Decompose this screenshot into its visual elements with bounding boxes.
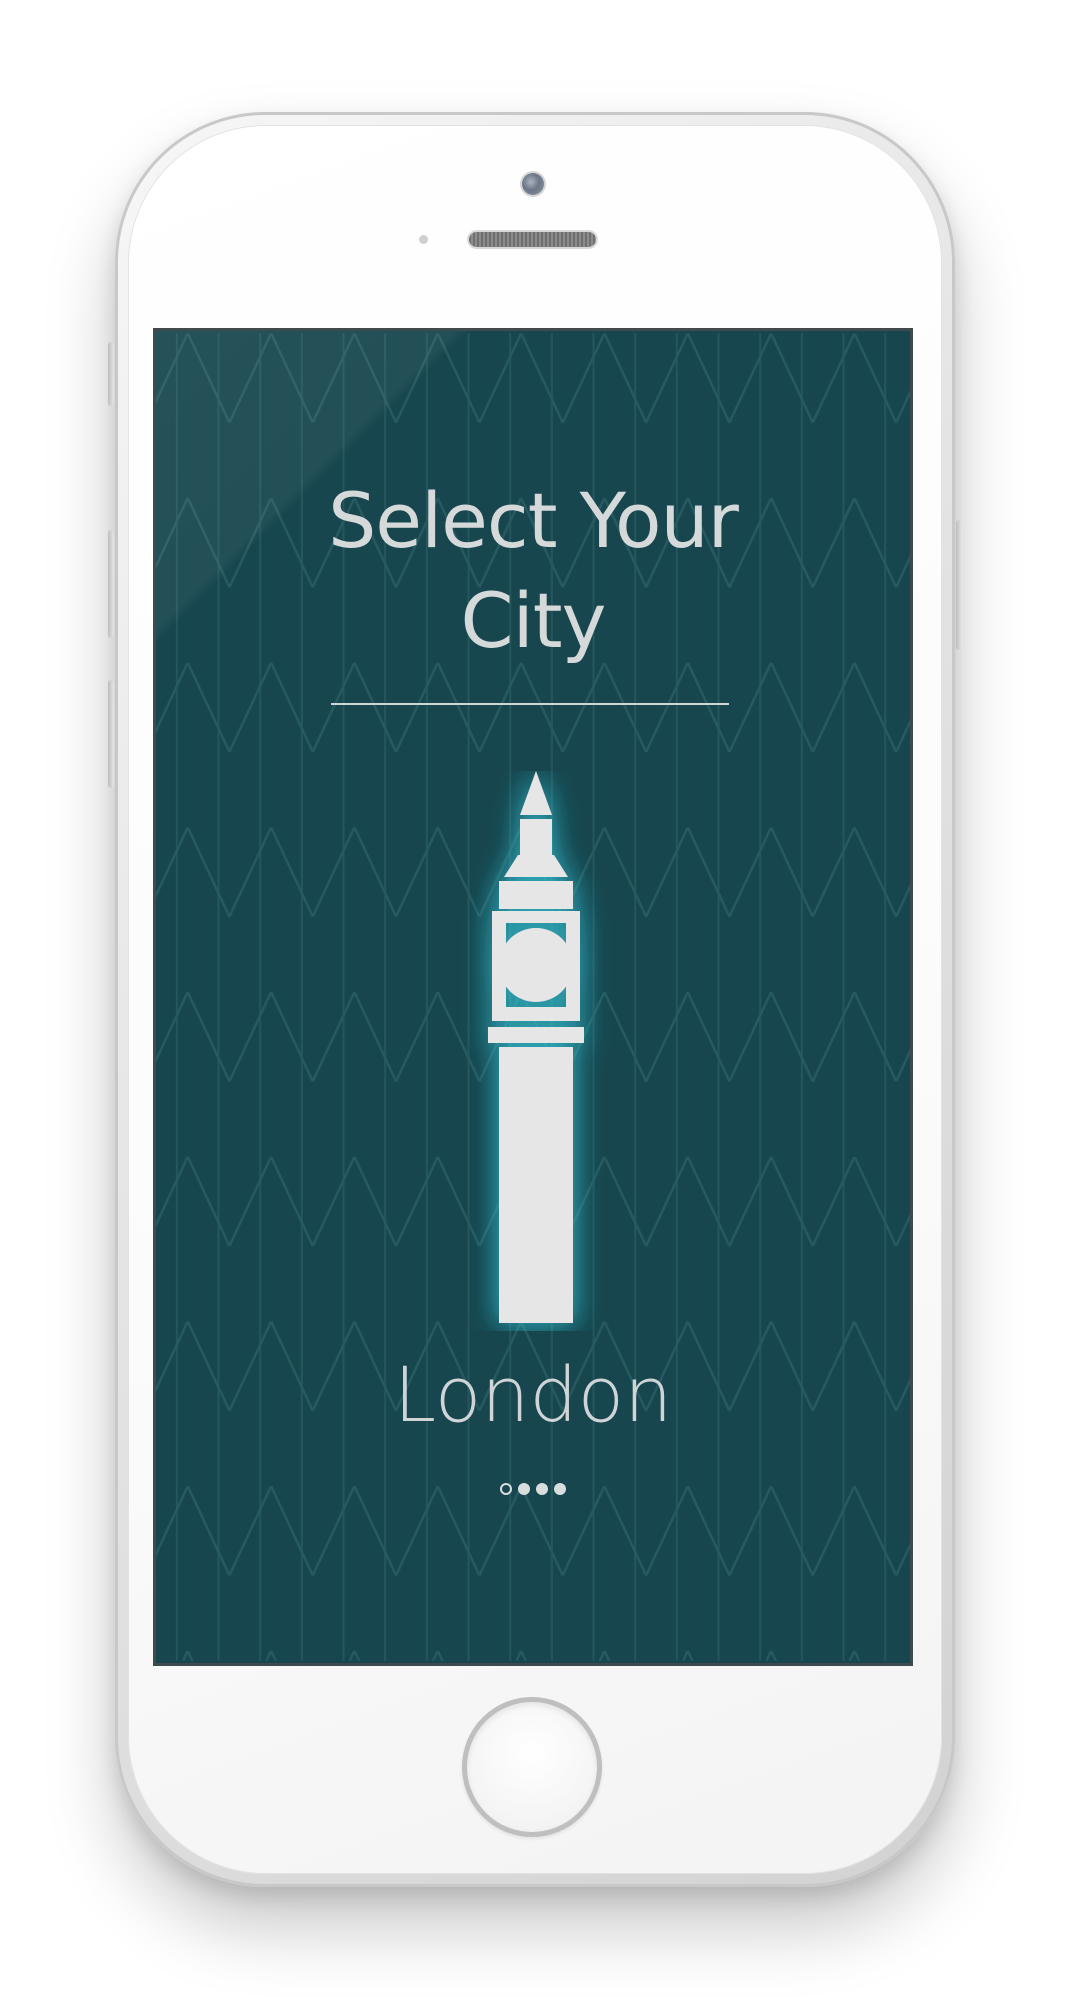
- title-divider: [331, 703, 729, 705]
- mute-switch: [108, 342, 114, 406]
- proximity-sensor: [419, 235, 428, 244]
- home-button[interactable]: [462, 1697, 602, 1837]
- page-dot[interactable]: [518, 1483, 530, 1495]
- power-button: [956, 520, 962, 650]
- volume-up-button: [108, 530, 114, 638]
- front-camera: [522, 173, 544, 195]
- earpiece-speaker: [469, 232, 596, 247]
- page-dot-current[interactable]: [500, 1483, 512, 1495]
- page-dot[interactable]: [536, 1483, 548, 1495]
- big-ben-icon[interactable]: [456, 771, 616, 1331]
- page-dot[interactable]: [554, 1483, 566, 1495]
- title-line-1: Select Your: [328, 476, 739, 565]
- volume-down-button: [108, 680, 114, 788]
- page-title: Select Your City: [156, 471, 910, 671]
- title-line-2: City: [460, 576, 607, 665]
- city-name: London: [393, 1350, 673, 1439]
- page-indicator[interactable]: [156, 1483, 910, 1495]
- app-screen: Select Your City London: [153, 328, 913, 1666]
